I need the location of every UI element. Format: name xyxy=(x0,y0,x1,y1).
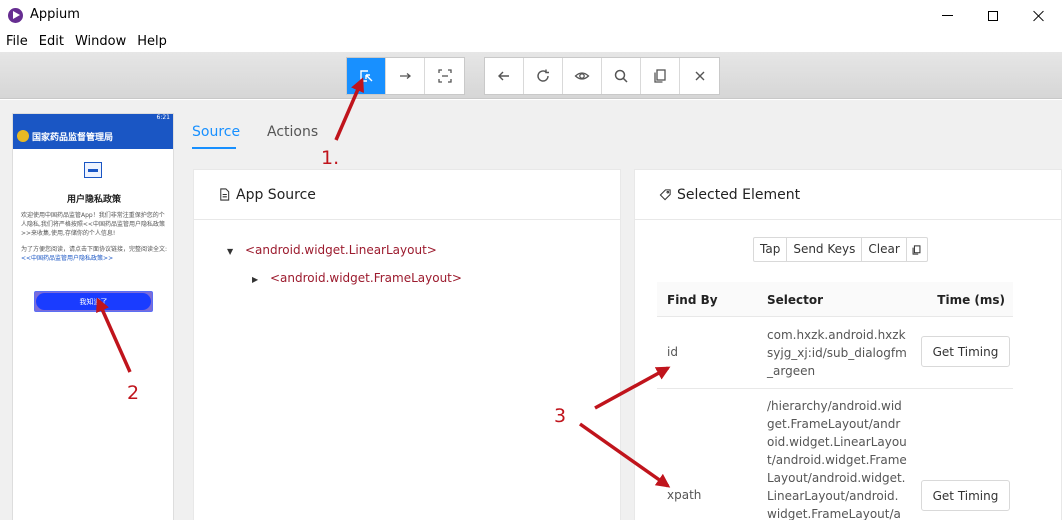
app-source-card: App Source ▼ <android.widget.LinearLayout… xyxy=(193,169,621,520)
caret-down-icon[interactable]: ▼ xyxy=(227,247,245,256)
close-icon xyxy=(695,71,704,81)
tree-node-framelayout[interactable]: ▶ <android.widget.FrameLayout> xyxy=(252,271,462,285)
device-screenshot-panel: 6:21 国家药品监督管理局 用户隐私政策 欢迎使用中国药品监管App！我们非常… xyxy=(0,100,183,520)
selector-table-header: Find By Selector Time (ms) xyxy=(657,282,1013,317)
copy-icon xyxy=(912,244,921,255)
phone-status-bar: 6:21 xyxy=(13,114,173,123)
selected-element-title: Selected Element xyxy=(677,186,801,203)
privacy-policy-link[interactable]: <<中国药品监管用户隐私政策>> xyxy=(21,255,113,262)
window-title: Appium xyxy=(30,7,80,22)
selected-element-header: Selected Element xyxy=(635,170,1061,220)
back-icon xyxy=(498,71,509,81)
copy-xml-button[interactable] xyxy=(641,58,680,94)
privacy-paragraph-2: 为了方便您阅读，请点击下面协议链接，完整阅读全文: <<中国药品监管用户隐私政策>… xyxy=(21,245,169,263)
agree-button[interactable]: 我知道了 xyxy=(36,293,151,310)
inspector-main: Source Actions App Source ▼ <android.widg… xyxy=(183,100,1062,520)
highlighted-element[interactable]: 我知道了 xyxy=(34,291,153,312)
get-timing-button[interactable]: Get Timing xyxy=(921,480,1010,511)
menu-view[interactable]: Window xyxy=(75,34,126,49)
privacy-dialog-title: 用户隐私政策 xyxy=(66,195,121,205)
refresh-button[interactable] xyxy=(524,58,563,94)
mode-button-group xyxy=(346,57,465,95)
app-logo-icon xyxy=(84,162,102,178)
minimize-icon xyxy=(941,15,953,16)
swipe-button[interactable] xyxy=(386,58,425,94)
privacy-paragraph-1: 欢迎使用中国药品监管App！我们非常注重保护您的个人隐私,我们将严格按照<<中国… xyxy=(21,212,165,237)
tree-node-label: <android.widget.LinearLayout> xyxy=(245,243,437,257)
clear-button[interactable]: Clear xyxy=(862,238,907,261)
tree-node-label: <android.widget.FrameLayout> xyxy=(270,271,462,285)
annotation-label-1: 1. xyxy=(321,147,340,169)
selector-table: Find By Selector Time (ms) id com.hxzk.a… xyxy=(657,282,1013,520)
annotation-label-3: 3 xyxy=(554,405,567,427)
find-by-cell: id xyxy=(667,345,678,359)
menu-window[interactable]: Help xyxy=(137,34,167,49)
selected-element-card: Selected Element Tap Send Keys Clear Fin… xyxy=(634,169,1062,520)
title-bar: Appium xyxy=(0,0,1062,31)
tree-node-linearlayout[interactable]: ▼ <android.widget.LinearLayout> xyxy=(227,243,437,257)
select-elements-icon xyxy=(360,70,373,82)
phone-status-time: 6:21 xyxy=(156,114,170,121)
element-action-buttons: Tap Send Keys Clear xyxy=(753,237,928,262)
phone-app-header: 国家药品监督管理局 xyxy=(13,123,173,149)
device-screenshot[interactable]: 6:21 国家药品监督管理局 用户隐私政策 欢迎使用中国药品监管App！我们非常… xyxy=(12,113,174,520)
menu-bar: File Edit Window Help xyxy=(0,31,1062,52)
find-by-cell: xpath xyxy=(667,488,702,502)
column-time: Time (ms) xyxy=(937,293,1005,307)
menu-edit[interactable]: Edit xyxy=(39,34,64,49)
phone-header-title: 国家药品监督管理局 xyxy=(32,132,114,143)
column-find-by: Find By xyxy=(667,293,718,307)
caret-right-icon[interactable]: ▶ xyxy=(252,275,270,284)
copy-icon xyxy=(654,69,666,83)
appium-logo-icon xyxy=(8,8,23,23)
send-keys-button[interactable]: Send Keys xyxy=(787,238,863,261)
inspector-toolbar xyxy=(0,52,1062,99)
app-source-header: App Source xyxy=(194,170,620,220)
selector-cell: com.hxzk.android.hxzksyjg_xj:id/sub_dial… xyxy=(767,328,907,378)
navigation-button-group xyxy=(484,57,720,95)
app-source-title: App Source xyxy=(236,186,316,203)
search-button[interactable] xyxy=(602,58,641,94)
swipe-icon xyxy=(400,73,412,79)
copy-attributes-button[interactable] xyxy=(907,238,927,261)
emblem-icon xyxy=(17,130,29,142)
tap-button[interactable]: Tap xyxy=(754,238,788,261)
tap-coordinates-icon xyxy=(437,69,452,83)
back-button[interactable] xyxy=(485,58,524,94)
selector-cell: /hierarchy/android.widget.FrameLayout/an… xyxy=(767,399,907,520)
column-selector: Selector xyxy=(767,293,824,307)
tap-coordinates-button[interactable] xyxy=(425,58,464,94)
annotation-label-2: 2 xyxy=(127,382,140,404)
privacy-paragraph-2-text: 为了方便您阅读，请点击下面协议链接，完整阅读全文: xyxy=(21,246,168,253)
close-icon xyxy=(1033,10,1045,22)
eye-icon xyxy=(574,72,590,80)
tag-icon xyxy=(659,189,671,201)
table-row: id com.hxzk.android.hxzksyjg_xj:id/sub_d… xyxy=(657,317,1013,389)
quit-session-button[interactable] xyxy=(680,58,719,94)
close-window-button[interactable] xyxy=(1016,0,1062,31)
select-elements-button[interactable] xyxy=(347,58,386,94)
active-tab-indicator xyxy=(192,147,236,149)
privacy-dialog-body: 欢迎使用中国药品监管App！我们非常注重保护您的个人隐私,我们将严格按照<<中国… xyxy=(21,211,169,270)
menu-file[interactable]: File xyxy=(6,34,28,49)
search-icon xyxy=(614,69,628,83)
minimize-button[interactable] xyxy=(924,0,970,31)
refresh-icon xyxy=(537,69,549,82)
maximize-icon xyxy=(988,10,998,21)
inspector-tabs: Source Actions xyxy=(183,100,1062,150)
get-timing-button[interactable]: Get Timing xyxy=(921,336,1010,367)
tab-actions[interactable]: Actions xyxy=(267,124,318,140)
toggle-visibility-button[interactable] xyxy=(563,58,602,94)
tab-source[interactable]: Source xyxy=(192,124,240,140)
maximize-button[interactable] xyxy=(970,0,1016,31)
table-row: xpath /hierarchy/android.widget.FrameLay… xyxy=(657,389,1013,520)
file-icon xyxy=(220,188,230,201)
